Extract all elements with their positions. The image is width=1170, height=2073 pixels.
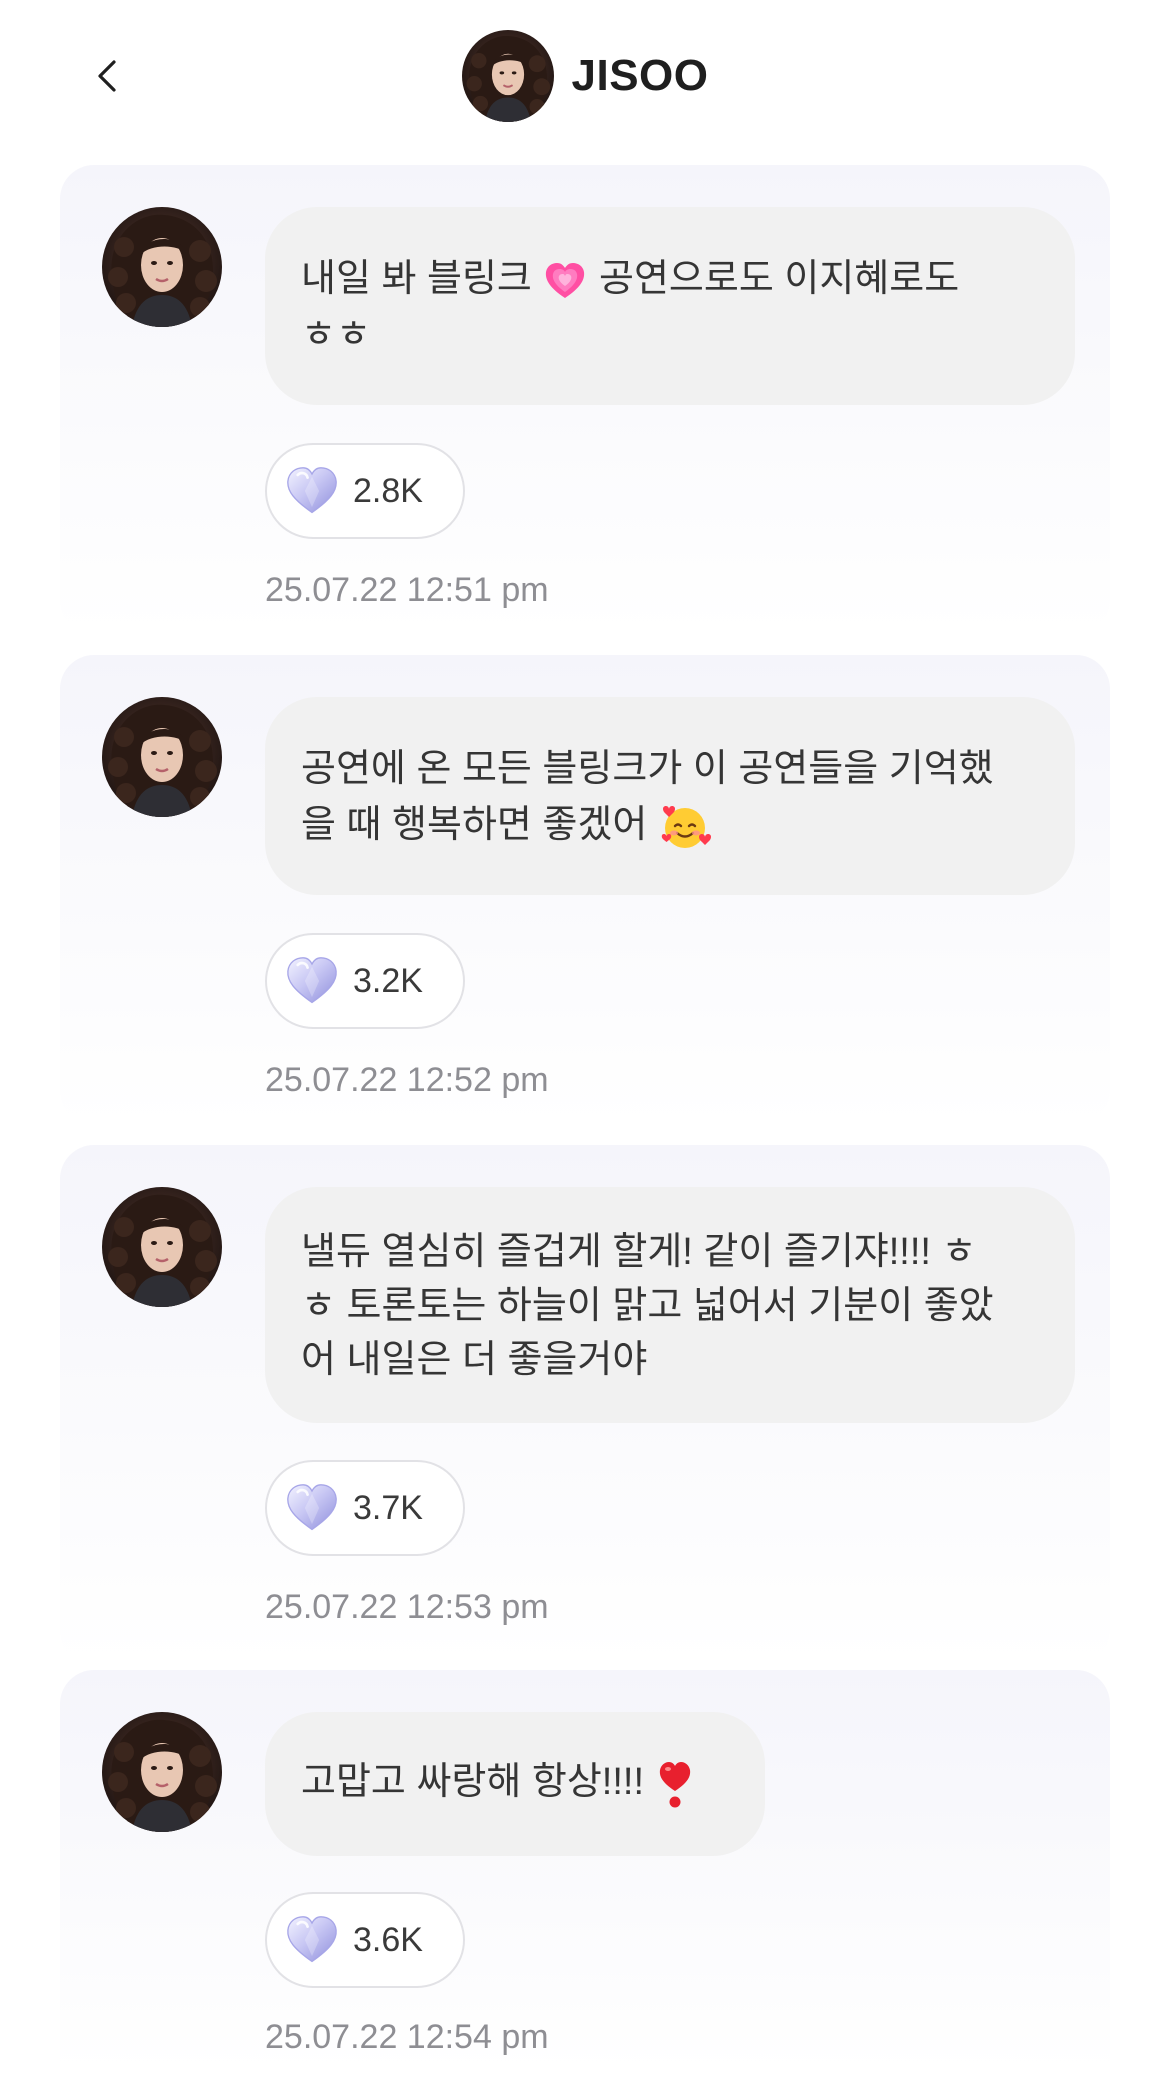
message-bubble: 고맙고 싸랑해 항상!!!! — [265, 1712, 765, 1856]
message-card: 낼듀 열심히 즐겁게 할게! 같이 즐기쟈!!!! ㅎ ㅎ 토론토는 하늘이 맑… — [60, 1145, 1110, 1665]
smiling-face-with-hearts-emoji — [661, 805, 711, 848]
message-card: 고맙고 싸랑해 항상!!!! 3.6K 25.07.22 12:54 pm — [60, 1670, 1110, 2073]
message-text: 내일 봐 블링크 — [301, 258, 543, 300]
profile-header[interactable]: JISOO — [0, 30, 1170, 122]
heart-gem-icon — [285, 466, 339, 516]
profile-avatar[interactable] — [462, 30, 554, 122]
message-bubble: 내일 봐 블링크 공연으로도 이지혜로도 ㅎㅎ — [265, 207, 1075, 405]
timestamp: 25.07.22 12:54 pm — [265, 2018, 549, 2056]
like-count: 2.8K — [353, 471, 423, 510]
timestamp: 25.07.22 12:53 pm — [265, 1588, 549, 1626]
avatar[interactable] — [102, 207, 222, 327]
message-text: 고맙고 싸랑해 항상!!!! — [301, 1761, 655, 1803]
timestamp: 25.07.22 12:52 pm — [265, 1061, 549, 1099]
like-button[interactable]: 3.2K — [265, 933, 465, 1029]
heart-gem-icon — [285, 1483, 339, 1533]
avatar[interactable] — [102, 1187, 222, 1307]
like-count: 3.6K — [353, 1920, 423, 1959]
like-button[interactable]: 2.8K — [265, 443, 465, 539]
avatar[interactable] — [102, 1712, 222, 1832]
top-bar: JISOO — [0, 0, 1170, 160]
like-button[interactable]: 3.7K — [265, 1460, 465, 1556]
avatar[interactable] — [102, 697, 222, 817]
message-text: 낼듀 열심히 즐겁게 할게! 같이 즐기쟈!!!! ㅎ ㅎ 토론토는 하늘이 맑… — [301, 1231, 994, 1381]
message-card: 내일 봐 블링크 공연으로도 이지혜로도 ㅎㅎ 2.8K 25.07.22 12… — [60, 165, 1110, 635]
heart-gem-icon — [285, 1915, 339, 1965]
like-count: 3.2K — [353, 961, 423, 1000]
timestamp: 25.07.22 12:51 pm — [265, 571, 549, 609]
message-text: 공연에 온 모든 블링크가 이 공연들을 기억했 을 때 행복하면 좋겠어 — [301, 748, 994, 846]
like-count: 3.7K — [353, 1488, 423, 1527]
heart-gem-icon — [285, 956, 339, 1006]
page-title: JISOO — [571, 51, 709, 100]
message-bubble: 낼듀 열심히 즐겁게 할게! 같이 즐기쟈!!!! ㅎ ㅎ 토론토는 하늘이 맑… — [265, 1187, 1075, 1423]
message-card: 공연에 온 모든 블링크가 이 공연들을 기억했 을 때 행복하면 좋겠어 3.… — [60, 655, 1110, 1125]
message-bubble: 공연에 온 모든 블링크가 이 공연들을 기억했 을 때 행복하면 좋겠어 — [265, 697, 1075, 895]
red-exclamation-heart-emoji — [659, 1761, 690, 1808]
growing-heart-emoji — [546, 262, 585, 298]
like-button[interactable]: 3.6K — [265, 1892, 465, 1988]
